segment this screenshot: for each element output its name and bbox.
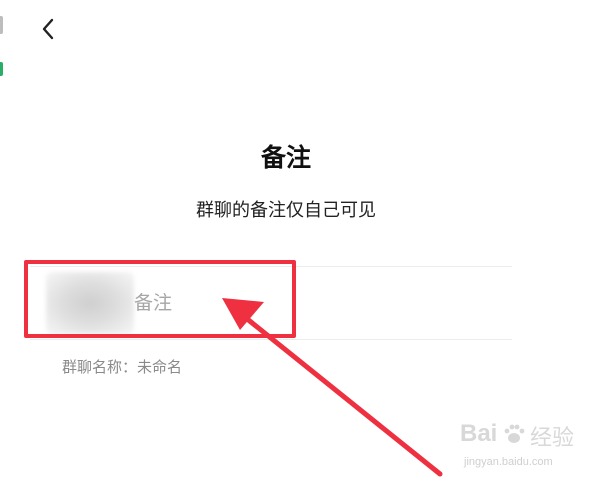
back-button[interactable] — [36, 14, 62, 44]
watermark: Bai 经验 jingyan.baidu.com — [460, 420, 590, 480]
page-subtitle: 群聊的备注仅自己可见 — [196, 200, 376, 221]
chevron-left-icon — [42, 18, 54, 40]
left-edge-status-indicator — [0, 62, 3, 76]
watermark-url: jingyan.baidu.com — [464, 456, 553, 468]
group-name-label: 群聊名称：未命名 — [62, 358, 183, 376]
watermark-brand-right: 经验 — [530, 426, 575, 451]
group-avatar — [46, 272, 134, 334]
page-title: 备注 — [260, 143, 311, 172]
watermark-brand-left: Bai — [460, 420, 498, 447]
remark-input[interactable] — [134, 286, 494, 320]
annotation-arrow — [222, 298, 443, 477]
paw-icon — [504, 424, 525, 443]
left-edge-indicator — [0, 16, 3, 34]
divider-bottom — [30, 339, 512, 340]
divider-top — [30, 266, 512, 267]
